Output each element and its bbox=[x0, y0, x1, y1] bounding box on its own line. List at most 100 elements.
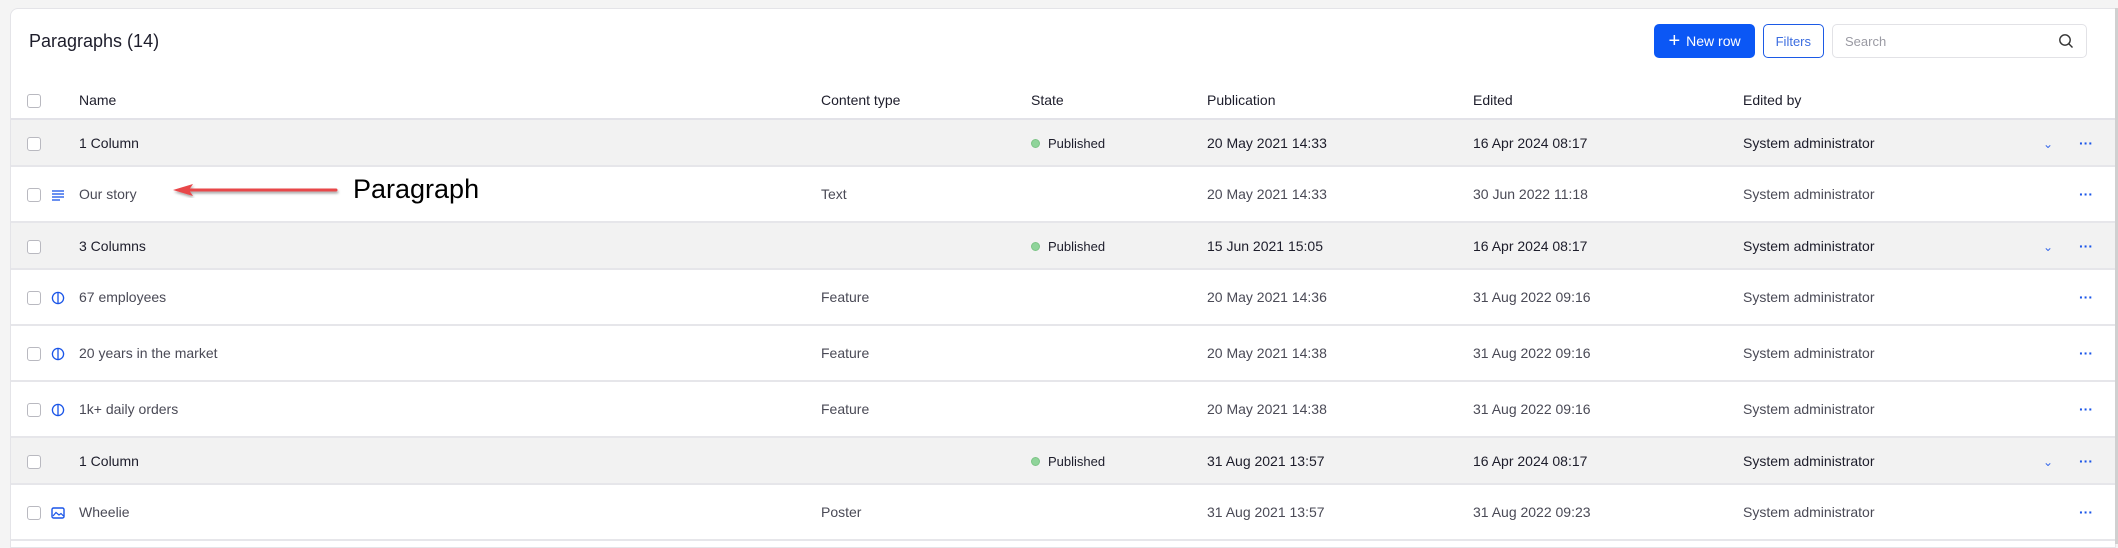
column-header-publication[interactable]: Publication bbox=[1207, 81, 1473, 120]
cell-publication: 20 May 2021 14:36 bbox=[1207, 269, 1473, 326]
cell-edited-by: System administrator bbox=[1743, 222, 2033, 270]
chevron-down-icon[interactable]: ⌄ bbox=[2043, 240, 2053, 254]
row-checkbox[interactable] bbox=[27, 239, 41, 254]
cell-name[interactable]: 3 Columns bbox=[79, 222, 821, 270]
cell-content-type: Text bbox=[821, 166, 1031, 223]
table-row-group[interactable]: 3 Columns Published 15 Jun 2021 15:05 16… bbox=[11, 222, 2115, 270]
toolbar: + New row Filters bbox=[1654, 24, 2087, 58]
cell-edited: 31 Aug 2022 09:16 bbox=[1473, 325, 1743, 382]
cell-edited: 16 Apr 2024 08:17 bbox=[1473, 437, 1743, 485]
table-row[interactable]: 1k+ daily orders Feature 20 May 2021 14:… bbox=[11, 381, 2115, 438]
chevron-down-icon[interactable]: ⌄ bbox=[2043, 137, 2053, 151]
annotation: Paragraph bbox=[171, 174, 479, 205]
more-options-icon[interactable]: ··· bbox=[2079, 186, 2093, 202]
cell-publication: 20 May 2021 14:38 bbox=[1207, 381, 1473, 438]
cell-state: Published bbox=[1031, 222, 1207, 270]
more-options-icon[interactable]: ··· bbox=[2079, 401, 2093, 417]
cell-edited: 16 Apr 2024 08:17 bbox=[1473, 222, 1743, 270]
row-checkbox[interactable] bbox=[27, 291, 41, 306]
column-header-state[interactable]: State bbox=[1031, 81, 1207, 120]
cell-content-type: Feature bbox=[821, 269, 1031, 326]
cell-content-type bbox=[821, 119, 1031, 167]
column-header-edited[interactable]: Edited bbox=[1473, 81, 1743, 120]
cell-publication: 31 Aug 2021 13:57 bbox=[1207, 437, 1473, 485]
state-text: Published bbox=[1048, 238, 1106, 254]
cell-name[interactable]: Wheelie bbox=[79, 484, 821, 541]
cell-edited-by: System administrator bbox=[1743, 119, 2033, 167]
cell-edited: 30 Jun 2022 11:18 bbox=[1473, 166, 1743, 223]
cell-name[interactable]: 1 Column bbox=[79, 437, 821, 485]
cell-publication: 31 Aug 2021 13:57 bbox=[1207, 484, 1473, 541]
cell-state: Published bbox=[1031, 119, 1207, 167]
row-checkbox[interactable] bbox=[27, 403, 41, 418]
cell-content-type: Feature bbox=[821, 325, 1031, 382]
more-options-icon[interactable]: ··· bbox=[2079, 345, 2093, 361]
more-options-icon[interactable]: ··· bbox=[2079, 453, 2093, 469]
table-row[interactable]: 20 years in the market Feature 20 May 20… bbox=[11, 325, 2115, 382]
cell-publication: 15 Jun 2021 15:05 bbox=[1207, 222, 1473, 270]
column-header-name[interactable]: Name bbox=[79, 81, 821, 120]
more-options-icon[interactable]: ··· bbox=[2079, 504, 2093, 520]
cell-edited-by: System administrator bbox=[1743, 325, 2033, 382]
feature-icon bbox=[51, 401, 65, 417]
page-title: Paragraphs (14) bbox=[29, 31, 160, 51]
feature-icon bbox=[51, 345, 65, 361]
state-text: Published bbox=[1048, 453, 1106, 469]
cell-name[interactable]: 1k+ daily orders bbox=[79, 381, 821, 438]
more-options-icon[interactable]: ··· bbox=[2079, 135, 2093, 151]
cell-state bbox=[1031, 166, 1207, 223]
cell-state bbox=[1031, 381, 1207, 438]
text-paragraph-icon bbox=[51, 186, 65, 202]
cell-edited: 31 Aug 2022 09:23 bbox=[1473, 484, 1743, 541]
cell-edited-by: System administrator bbox=[1743, 381, 2033, 438]
column-header-edited-by[interactable]: Edited by bbox=[1743, 81, 2033, 120]
annotation-label: Paragraph bbox=[353, 174, 480, 204]
cell-name[interactable]: 67 employees bbox=[79, 269, 821, 326]
row-checkbox[interactable] bbox=[27, 136, 41, 151]
cell-state bbox=[1031, 484, 1207, 541]
more-options-icon[interactable]: ··· bbox=[2079, 289, 2093, 305]
search-input[interactable] bbox=[1845, 33, 2058, 49]
plus-icon: + bbox=[1668, 30, 1681, 52]
cell-name[interactable]: 20 years in the market bbox=[79, 325, 821, 382]
cell-state bbox=[1031, 269, 1207, 326]
row-checkbox[interactable] bbox=[27, 188, 41, 203]
cell-edited-by: System administrator bbox=[1743, 269, 2033, 326]
row-checkbox[interactable] bbox=[27, 506, 41, 521]
cell-name[interactable]: 1 Column bbox=[79, 119, 821, 167]
select-all-checkbox[interactable] bbox=[27, 93, 41, 108]
search-box[interactable] bbox=[1832, 24, 2087, 58]
state-text: Published bbox=[1048, 135, 1106, 151]
cell-state bbox=[1031, 325, 1207, 382]
more-options-icon[interactable]: ··· bbox=[2079, 238, 2093, 254]
cell-publication: 20 May 2021 14:33 bbox=[1207, 166, 1473, 223]
paragraphs-panel: Paragraphs (14) + New row Filters Name C… bbox=[10, 8, 2116, 548]
table-row-group[interactable]: 1 Column Published 20 May 2021 14:33 16 … bbox=[11, 119, 2115, 167]
new-row-button[interactable]: + New row bbox=[1654, 24, 1755, 58]
cell-edited-by: System administrator bbox=[1743, 484, 2033, 541]
feature-icon bbox=[51, 289, 65, 305]
row-checkbox[interactable] bbox=[27, 454, 41, 469]
cell-state: Published bbox=[1031, 437, 1207, 485]
table-row[interactable]: Wheelie Poster 31 Aug 2021 13:57 31 Aug … bbox=[11, 484, 2115, 541]
row-checkbox[interactable] bbox=[27, 347, 41, 362]
search-icon[interactable] bbox=[2058, 33, 2074, 49]
poster-image-icon bbox=[51, 504, 65, 520]
cell-publication: 20 May 2021 14:38 bbox=[1207, 325, 1473, 382]
table-header: Name Content type State Publication Edit… bbox=[11, 81, 2115, 120]
paragraphs-table: Name Content type State Publication Edit… bbox=[11, 81, 2115, 541]
cell-content-type bbox=[821, 222, 1031, 270]
cell-edited: 31 Aug 2022 09:16 bbox=[1473, 381, 1743, 438]
cell-edited-by: System administrator bbox=[1743, 166, 2033, 223]
annotation-arrow-icon bbox=[173, 183, 338, 196]
filters-button[interactable]: Filters bbox=[1762, 24, 1824, 58]
chevron-down-icon[interactable]: ⌄ bbox=[2043, 455, 2053, 469]
cell-edited: 16 Apr 2024 08:17 bbox=[1473, 119, 1743, 167]
cell-publication: 20 May 2021 14:33 bbox=[1207, 119, 1473, 167]
column-header-content-type[interactable]: Content type bbox=[821, 81, 1031, 120]
cell-content-type: Poster bbox=[821, 484, 1031, 541]
cell-content-type: Feature bbox=[821, 381, 1031, 438]
table-row-group[interactable]: 1 Column Published 31 Aug 2021 13:57 16 … bbox=[11, 437, 2115, 485]
table-row[interactable]: 67 employees Feature 20 May 2021 14:36 3… bbox=[11, 269, 2115, 326]
cell-edited: 31 Aug 2022 09:16 bbox=[1473, 269, 1743, 326]
